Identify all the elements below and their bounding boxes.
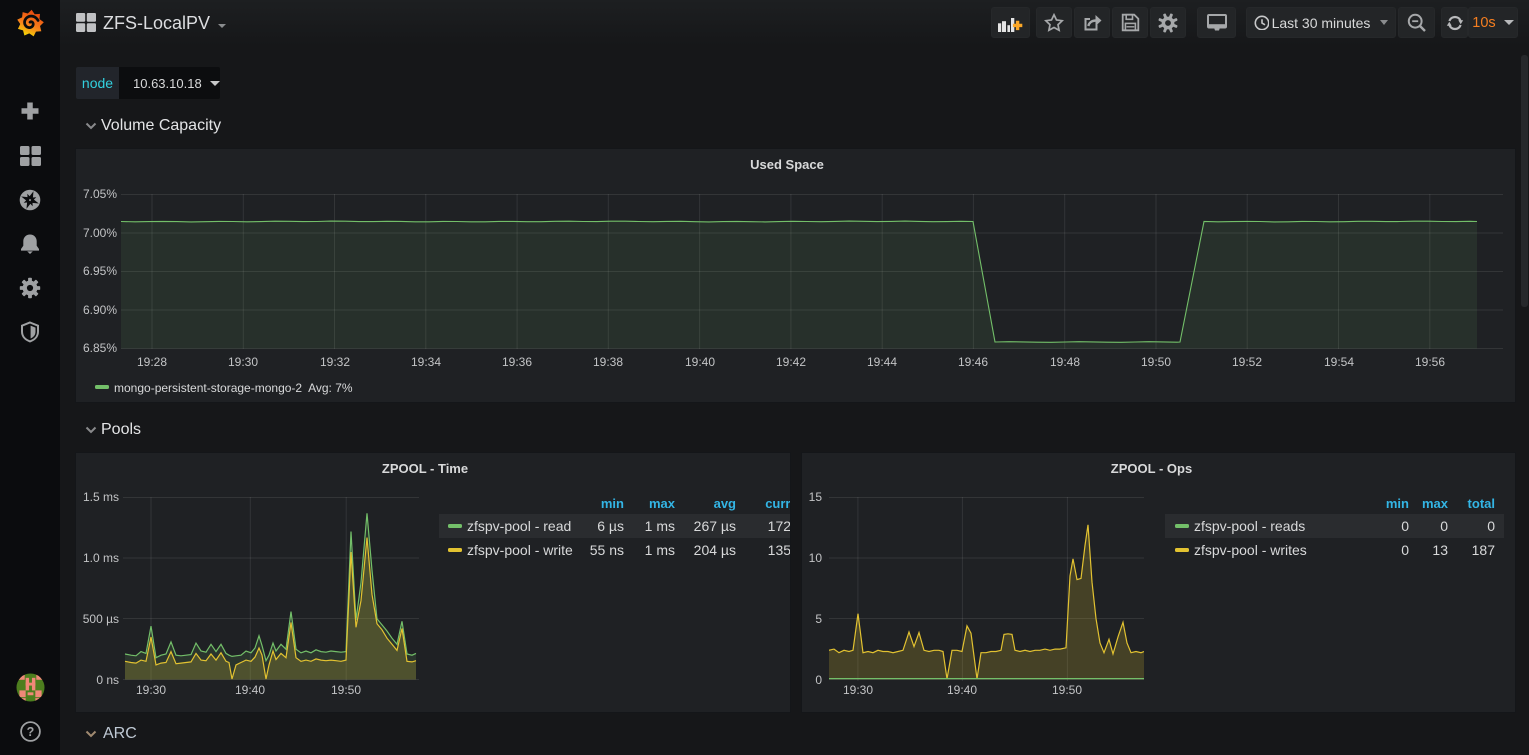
svg-text:?: ? xyxy=(26,725,34,739)
